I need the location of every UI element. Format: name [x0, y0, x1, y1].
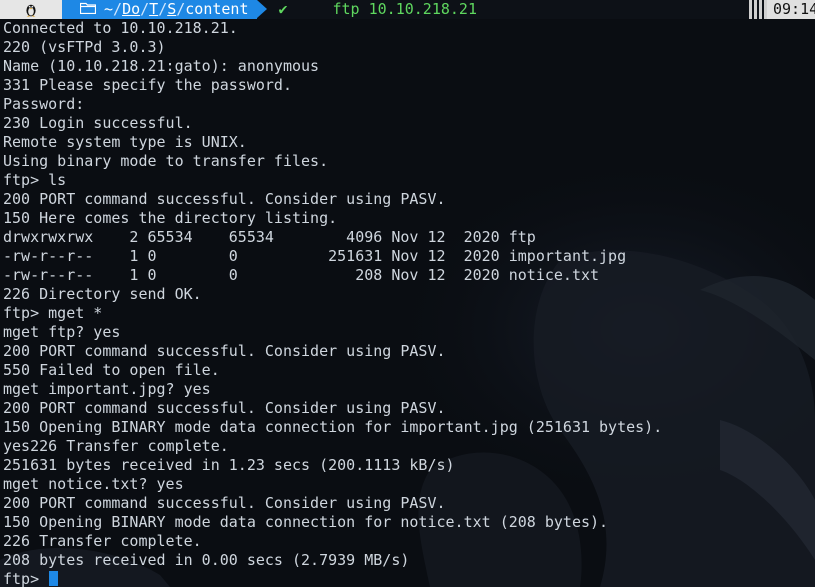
- path-home-tilde: ~: [104, 0, 114, 18]
- terminal-line: 200 PORT command successful. Consider us…: [3, 190, 446, 208]
- terminal-line: -rw-r--r-- 1 0 0 208 Nov 12 2020 notice.…: [3, 266, 600, 284]
- segment-divider: [754, 0, 757, 19]
- right-prompt: 09:14: [747, 0, 815, 19]
- directory-segment: ~ / Do / T / S / content: [62, 0, 266, 19]
- terminal-line: 220 (vsFTPd 3.0.3): [3, 38, 166, 56]
- terminal-line: mget ftp? yes: [3, 323, 121, 341]
- segment-divider: [749, 0, 752, 19]
- prompt-command: ftp 10.10.218.21: [332, 0, 478, 18]
- text-cursor[interactable]: [49, 571, 59, 586]
- terminal-line: Remote system type is UNIX.: [3, 133, 247, 151]
- terminal-line: -rw-r--r-- 1 0 0 251631 Nov 12 2020 impo…: [3, 247, 627, 265]
- linux-penguin-icon: [24, 2, 38, 17]
- path-segment-do: Do: [122, 0, 141, 18]
- folder-icon: [79, 0, 97, 19]
- path-segment-current-dir: content: [185, 0, 249, 18]
- terminal-line: 208 bytes received in 0.00 secs (2.7939 …: [3, 551, 410, 569]
- path-separator: /: [113, 0, 123, 18]
- terminal-line: 150 Opening BINARY mode data connection …: [3, 418, 663, 436]
- terminal-line: yes226 Transfer complete.: [3, 437, 229, 455]
- terminal-line: 230 Login successful.: [3, 114, 193, 132]
- terminal-line: 550 Failed to open file.: [3, 361, 220, 379]
- terminal-line: 150 Here comes the directory listing.: [3, 209, 338, 227]
- segment-divider: [759, 0, 762, 19]
- terminal-line: drwxrwxrwx 2 65534 65534 4096 Nov 12 202…: [3, 228, 536, 246]
- terminal-line: 251631 bytes received in 1.23 secs (200.…: [3, 456, 455, 474]
- shell-prompt-bar: ~ / Do / T / S / content ✔ ftp 10.10.218.21 09:1…: [0, 0, 815, 19]
- terminal-line: 200 PORT command successful. Consider us…: [3, 494, 446, 512]
- terminal-line: 226 Transfer complete.: [3, 532, 202, 550]
- path-separator: /: [176, 0, 186, 18]
- terminal-line: 331 Please specify the password.: [3, 76, 292, 94]
- clock-time: 09:14: [767, 0, 815, 19]
- ftp-prompt: ftp>: [3, 570, 49, 587]
- terminal-line: 200 PORT command successful. Consider us…: [3, 342, 446, 360]
- terminal-line: Password:: [3, 95, 85, 113]
- terminal-line: Using binary mode to transfer files.: [3, 152, 329, 170]
- terminal-line: ftp> ls: [3, 171, 67, 189]
- path-segment-s: S: [167, 0, 177, 18]
- terminal-line: mget important.jpg? yes: [3, 380, 211, 398]
- terminal-line: 150 Opening BINARY mode data connection …: [3, 513, 609, 531]
- path-segment-t: T: [149, 0, 159, 18]
- terminal-input-line[interactable]: ftp>: [3, 570, 815, 587]
- terminal-line: mget notice.txt? yes: [3, 475, 184, 493]
- terminal-line: 200 PORT command successful. Consider us…: [3, 399, 446, 417]
- terminal-output: Connected to 10.10.218.21. 220 (vsFTPd 3…: [3, 19, 815, 587]
- terminal-line: ftp> mget *: [3, 304, 103, 322]
- terminal-line: Connected to 10.10.218.21.: [3, 19, 238, 37]
- path-separator: /: [140, 0, 150, 18]
- terminal-line: Name (10.10.218.21:gato): anonymous: [3, 57, 320, 75]
- os-segment: [0, 0, 72, 19]
- checkmark-icon: ✔: [278, 0, 288, 18]
- path-separator: /: [158, 0, 168, 18]
- terminal-line: 226 Directory send OK.: [3, 285, 202, 303]
